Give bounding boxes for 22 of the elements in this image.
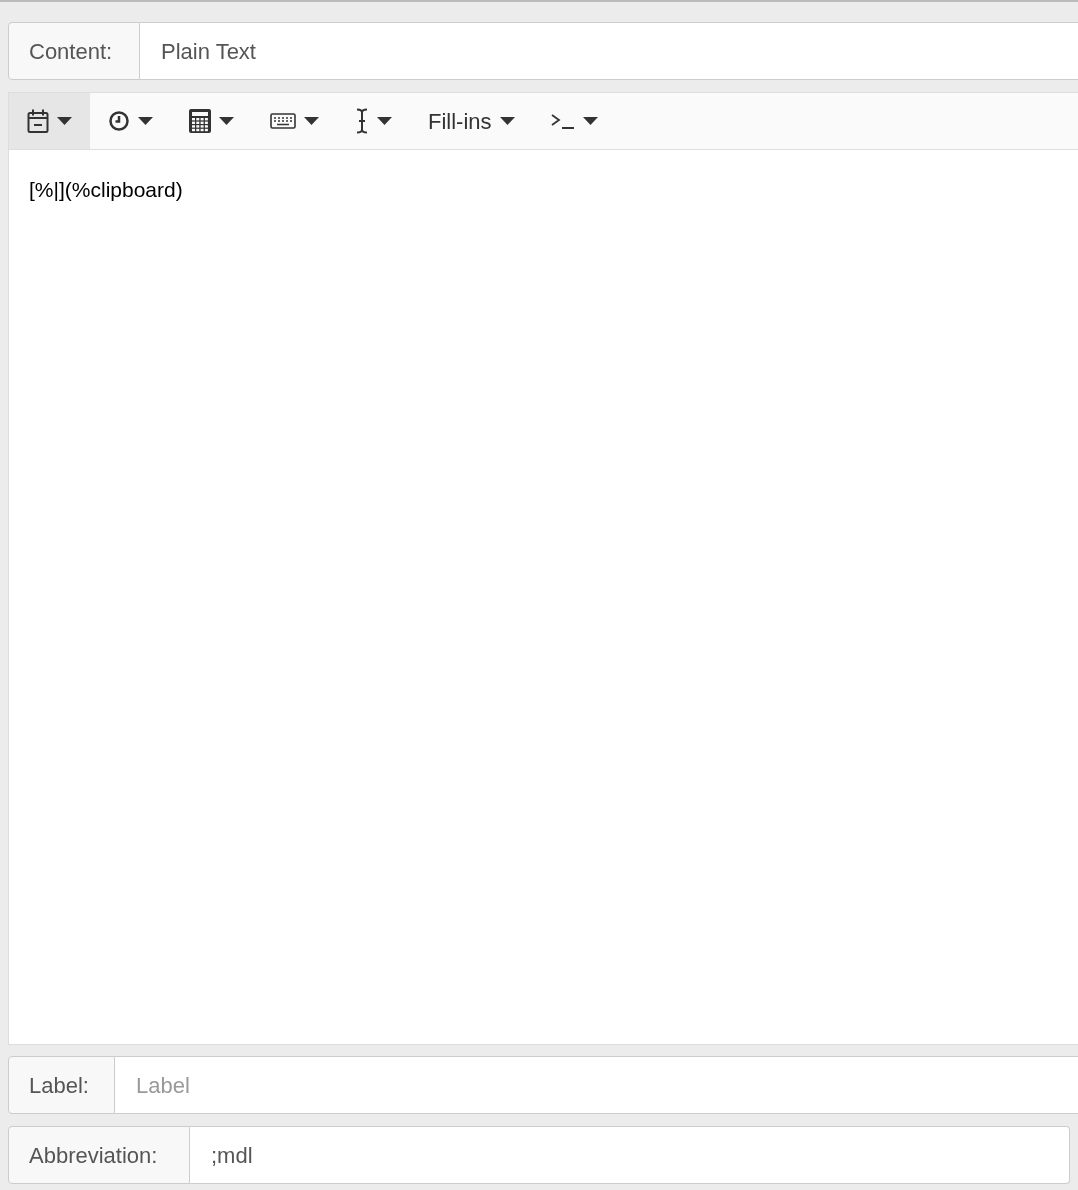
toolbar-dropdown[interactable] <box>9 93 90 149</box>
caret-icon <box>57 117 72 125</box>
calendar-icon <box>27 108 49 134</box>
field-label: Abbreviation: <box>8 1126 190 1184</box>
calculator-icon <box>189 109 211 133</box>
caret-icon <box>304 117 319 125</box>
input-field[interactable]: Plain Text <box>140 22 1078 80</box>
input-field[interactable]: Label <box>115 1056 1078 1114</box>
caret-icon <box>377 117 392 125</box>
keyboard-icon <box>270 113 296 129</box>
toolbar-dropdown[interactable]: Fill-ins <box>410 93 533 149</box>
caret-icon <box>219 117 234 125</box>
terminal-icon <box>550 113 575 129</box>
text-cursor-icon <box>355 108 369 134</box>
clock-icon <box>108 110 130 132</box>
caret-icon <box>138 117 153 125</box>
editor-text: [%|](%clipboard) <box>28 177 184 203</box>
field-label: Label: <box>8 1056 115 1114</box>
caret-icon <box>582 117 598 125</box>
input-field[interactable]: ;mdl <box>190 1126 1070 1184</box>
field-label: Content: <box>8 22 140 80</box>
caret-icon <box>499 117 515 125</box>
